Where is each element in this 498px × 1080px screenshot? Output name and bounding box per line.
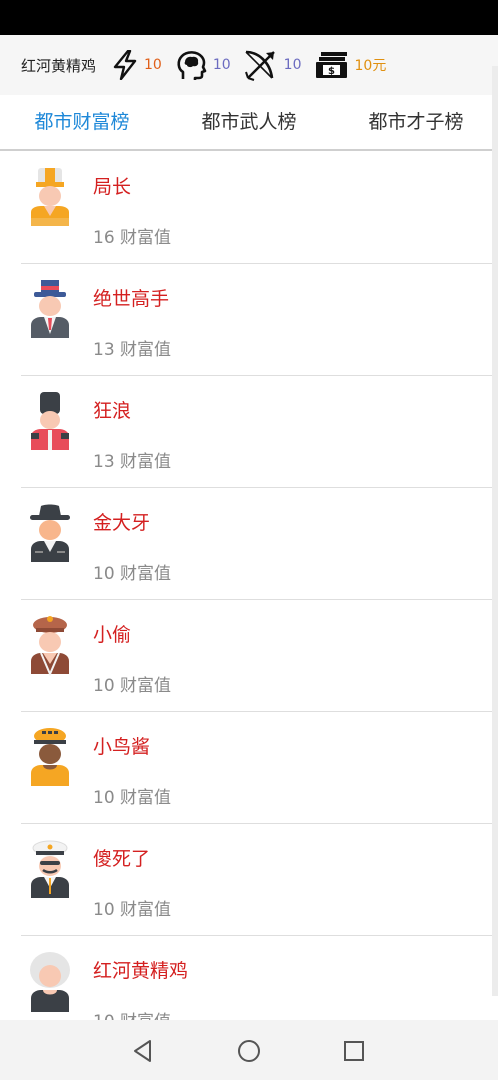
list-item[interactable]: 狂浪 13 财富值 — [21, 376, 498, 488]
bow-arrow-icon — [244, 50, 275, 81]
wealth-value: 10 财富值 — [93, 788, 172, 808]
captain-avatar — [31, 840, 69, 898]
lightning-icon — [113, 50, 137, 80]
wealth-value: 13 财富值 — [93, 452, 172, 472]
officer-gold-avatar — [31, 168, 69, 226]
player-name: 小鸟酱 — [93, 736, 151, 758]
player-name: 局长 — [93, 176, 132, 198]
list-item[interactable]: 小鸟酱 10 财富值 — [21, 712, 498, 824]
intellect-value: 10 — [212, 57, 231, 73]
wealth-ranking-list: 局长 16 财富值 绝世高手 13 财富值 狂浪 13 财富值 金大牙 10 财… — [21, 152, 498, 1020]
wealth-value: 16 财富值 — [93, 228, 172, 248]
scrollbar[interactable] — [492, 66, 498, 996]
tab-martial-ranking[interactable]: 都市武人榜 — [189, 95, 309, 149]
wealth-value: 10 财富值 — [93, 676, 172, 696]
wealth-value: 13 财富值 — [93, 340, 172, 360]
brain-head-icon — [177, 51, 207, 80]
list-item[interactable]: 局长 16 财富值 — [21, 152, 498, 264]
player-name: 傻死了 — [93, 848, 151, 870]
back-icon[interactable] — [130, 1038, 156, 1064]
guard-avatar — [31, 392, 69, 450]
tab-wealth-ranking[interactable]: 都市财富榜 — [22, 95, 142, 149]
thief-cap-avatar — [31, 616, 69, 676]
ranking-tabs: 都市财富榜 都市武人榜 都市才子榜 — [0, 95, 498, 151]
gangster-fedora-avatar — [30, 504, 70, 562]
energy-stat: 10 — [112, 50, 162, 80]
player-name: 小偷 — [93, 624, 132, 646]
money-stack-icon: $ — [315, 52, 347, 78]
taxi-driver-avatar — [31, 728, 69, 786]
player-name: 绝世高手 — [93, 288, 170, 310]
list-item[interactable]: 绝世高手 13 财富值 — [21, 264, 498, 376]
list-item[interactable]: 金大牙 10 财富值 — [21, 488, 498, 600]
player-name: 狂浪 — [93, 400, 132, 422]
player-name: 红河黄精鸡 — [93, 960, 189, 982]
tab-talent-ranking[interactable]: 都市才子榜 — [356, 95, 476, 149]
list-item[interactable]: 红河黄精鸡 10 财富值 — [21, 936, 498, 1020]
wealth-value: 10 财富值 — [93, 1007, 171, 1020]
svg-text:$: $ — [328, 66, 335, 77]
player-stats-header: 红河黄精鸡 10 10 10 $ 10元 — [0, 35, 498, 95]
top-hat-suit-avatar — [31, 280, 69, 338]
wealth-value: 10 财富值 — [93, 900, 172, 920]
username-label: 红河黄精鸡 — [21, 56, 97, 75]
system-nav-bar — [0, 1020, 498, 1080]
status-bar — [0, 0, 498, 35]
energy-value: 10 — [144, 57, 162, 73]
old-lady-avatar — [30, 952, 70, 1012]
list-item[interactable]: 小偷 10 财富值 — [21, 600, 498, 712]
player-name: 金大牙 — [93, 512, 151, 534]
martial-value: 10 — [283, 57, 302, 73]
wealth-value: 10 财富值 — [93, 564, 172, 584]
list-item[interactable]: 傻死了 10 财富值 — [21, 824, 498, 936]
money-stat: $ 10元 — [315, 50, 387, 80]
home-icon[interactable] — [236, 1038, 262, 1064]
recents-icon[interactable] — [341, 1038, 367, 1064]
martial-stat: 10 — [244, 48, 302, 82]
money-value: 10元 — [354, 58, 387, 74]
intellect-stat: 10 — [175, 49, 231, 81]
